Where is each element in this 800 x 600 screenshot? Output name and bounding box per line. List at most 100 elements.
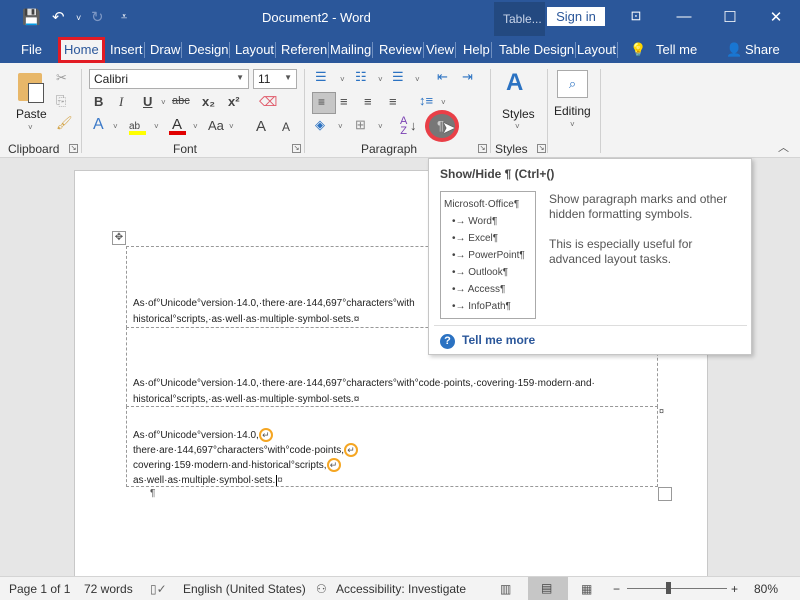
word-count[interactable]: 72 words [84,582,133,596]
chevron-down-icon[interactable]: ˅ [441,98,446,107]
change-case-button[interactable]: Aa [208,118,224,133]
redo-icon[interactable]: ↻ [91,8,104,26]
page-count[interactable]: Page 1 of 1 [9,582,70,596]
grow-font-button[interactable]: A [256,118,266,135]
tab-file[interactable]: File [21,36,42,63]
tab-table-layout[interactable]: Layout [577,36,619,63]
search-icon: ⌕ [557,70,588,98]
line-break-mark: ↵ [344,443,358,458]
language-status[interactable]: English (United States) [183,582,306,596]
undo-dropdown-icon[interactable]: ˅ [76,13,81,23]
chevron-down-icon[interactable]: ˅ [415,75,420,84]
tell-me-more-link[interactable]: ? Tell me more [440,333,535,349]
shading-button[interactable]: ◈ [315,117,325,133]
customize-toolbar-icon[interactable]: ⩡ [121,11,127,24]
multilevel-list-button[interactable]: ☰ [392,69,404,85]
paste-button[interactable]: Paste ˅ [12,71,50,133]
chevron-down-icon[interactable]: ˅ [154,122,159,131]
chevron-down-icon[interactable]: ˅ [340,75,345,84]
end-of-cell-mark: ¤ [277,475,283,486]
paragraph-2-line-2: historical°scripts,·as·well·as·multiple·… [133,394,360,405]
zoom-slider-track[interactable] [627,588,727,589]
zoom-out-button[interactable]: − [613,582,620,596]
styles-gallery-button[interactable]: A Styles ˅ [500,69,538,133]
underline-button[interactable]: U [143,94,152,109]
sample-item-text: PowerPoint¶ [468,250,525,261]
chevron-down-icon[interactable]: ˅ [113,122,118,131]
format-painter-icon[interactable]: 🖌 [56,115,73,131]
chevron-down-icon[interactable]: ˅ [229,122,234,131]
numbering-button[interactable]: ☷ [355,69,367,85]
highlight-button[interactable]: ab [129,118,146,136]
sort-button[interactable]: AZ [400,116,407,137]
save-icon[interactable]: 💾 [22,8,41,26]
print-layout-button[interactable]: ▤ [528,577,568,600]
line-spacing-button[interactable]: ↕≡ [419,93,433,108]
chevron-down-icon[interactable]: ˅ [338,122,343,131]
tab-design[interactable]: Design [188,36,231,63]
bullets-button[interactable]: ☰ [315,69,327,85]
tab-review[interactable]: Review [379,36,424,63]
align-left-button[interactable]: ≡ [312,92,336,114]
tab-draw[interactable]: Draw [150,36,183,63]
maximize-icon[interactable]: ☐ [720,8,740,26]
tooltip-desc-1: Show paragraph marks and other hidden fo… [549,192,728,221]
highlight-color-bar [129,131,146,135]
subscript-button[interactable]: x₂ [202,94,215,109]
italic-button[interactable]: I [119,94,123,110]
group-separator [490,69,491,153]
sign-in-button[interactable]: Sign in [547,7,605,26]
styles-launcher-icon[interactable]: ↘ [537,144,546,153]
proofing-icon[interactable]: ▯✓ [150,582,167,596]
decrease-indent-button[interactable]: ⇤ [437,69,448,85]
zoom-level[interactable]: 80% [754,582,778,596]
zoom-slider-thumb[interactable] [666,582,671,594]
strikethrough-button[interactable]: abc [172,95,190,107]
borders-button[interactable]: ⊞ [355,117,366,133]
font-launcher-icon[interactable]: ↘ [292,144,301,153]
table-move-handle-icon[interactable]: ✥ [112,231,126,245]
accessibility-status[interactable]: Accessibility: Investigate [336,582,466,596]
close-icon[interactable]: ✕ [766,8,786,26]
clear-formatting-icon[interactable]: ⌫ [259,94,277,110]
paragraph-launcher-icon[interactable]: ↘ [478,144,487,153]
tab-mailings[interactable]: Mailing [330,36,374,63]
tab-home[interactable]: Home [58,37,105,63]
minimize-icon[interactable]: — [674,8,694,25]
justify-button[interactable]: ≡ [389,94,397,109]
chevron-down-icon[interactable]: ˅ [378,75,383,84]
tab-view[interactable]: View [426,36,456,63]
share-button[interactable]: Share [745,36,780,63]
font-size-combo[interactable]: 11 ▼ [253,69,297,89]
tab-layout[interactable]: Layout [235,36,277,63]
tab-insert[interactable]: Insert [110,36,145,63]
superscript-button[interactable]: x² [228,94,240,109]
table-resize-handle[interactable] [658,487,672,501]
underline-dropdown-icon[interactable]: ˅ [161,98,166,107]
read-mode-icon[interactable]: ▥ [500,582,511,596]
tell-me-search[interactable]: Tell me [656,36,697,63]
shrink-font-button[interactable]: A [282,120,290,134]
align-right-button[interactable]: ≡ [364,94,372,109]
clipboard-launcher-icon[interactable]: ↘ [69,144,78,153]
tab-table-design[interactable]: Table Design [499,36,577,63]
editing-button[interactable]: ⌕ Editing ˅ [554,69,594,133]
undo-icon[interactable]: ↶ [52,8,65,26]
font-name-combo[interactable]: Calibri ▼ [89,69,249,89]
web-layout-icon[interactable]: ▦ [581,582,592,596]
zoom-in-button[interactable]: + [731,582,738,596]
increase-indent-button[interactable]: ⇥ [462,69,473,85]
chevron-down-icon[interactable]: ˅ [193,122,198,131]
tab-help[interactable]: Help [463,36,492,63]
copy-icon[interactable]: ⎘ [56,93,66,109]
align-center-button[interactable]: ≡ [340,94,348,109]
collapse-ribbon-icon[interactable]: ︿ [778,139,789,155]
ribbon-display-options-icon[interactable]: ⊡ [626,8,646,24]
font-color-button[interactable]: A [169,116,186,136]
share-icon: 👤 [726,42,743,57]
bold-button[interactable]: B [94,94,103,109]
tab-references[interactable]: Referen [281,36,330,63]
chevron-down-icon[interactable]: ˅ [378,122,383,131]
cut-icon[interactable]: ✂ [56,70,67,86]
text-effects-button[interactable]: A [93,116,104,134]
